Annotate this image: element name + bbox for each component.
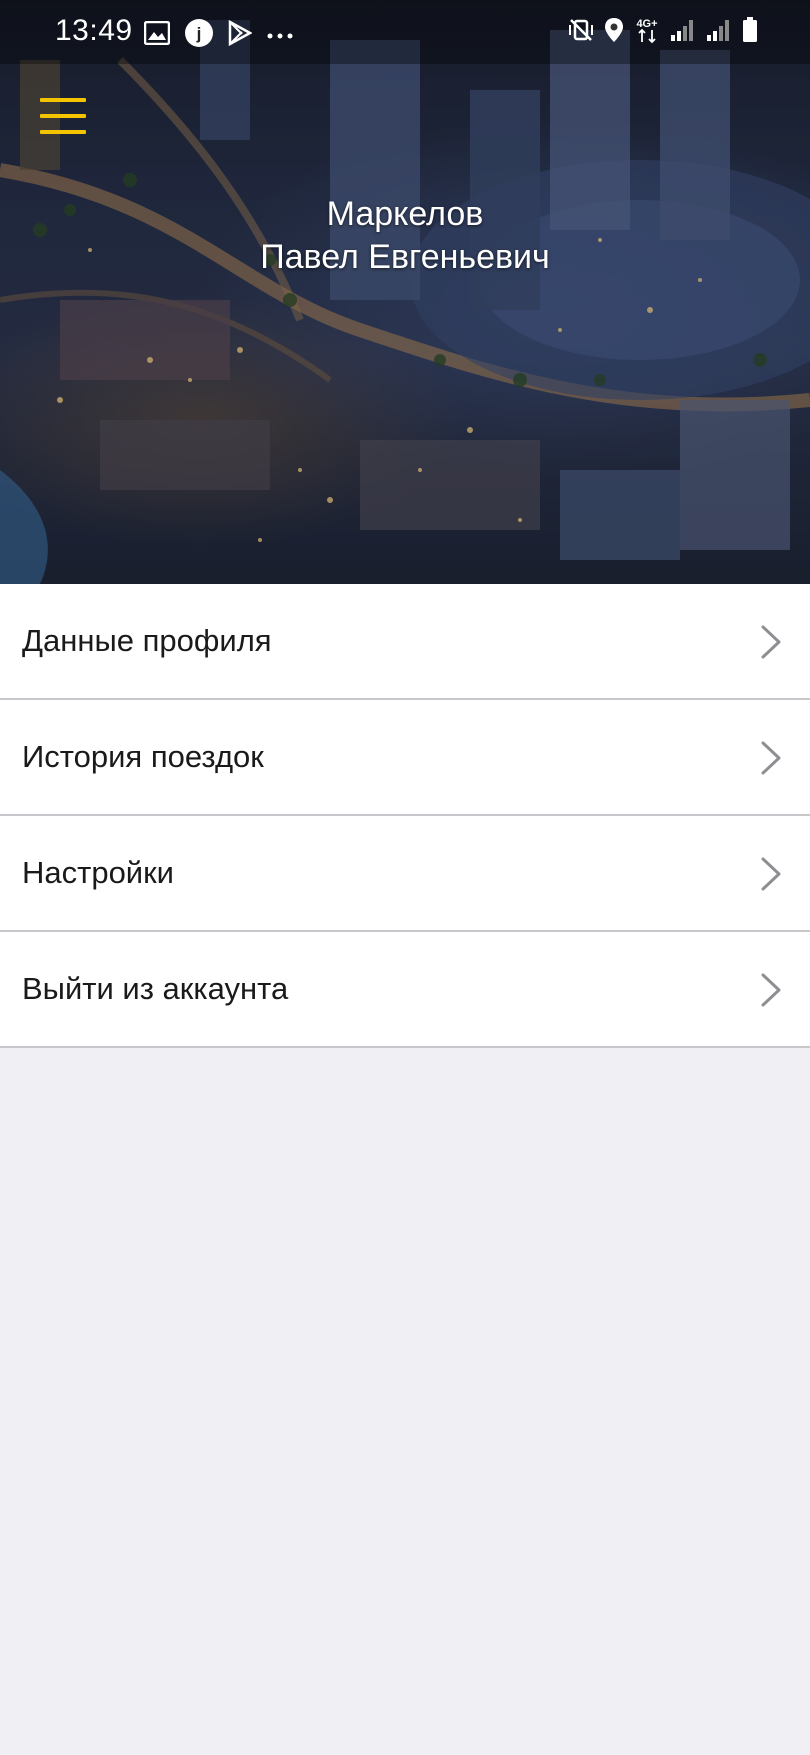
menu-item-label: Выйти из аккаунта [22,971,289,1006]
menu-item-settings[interactable]: Настройки [0,816,810,932]
status-bar: 13:49 j 4G+ [0,0,810,64]
chevron-right-icon [761,857,781,891]
svg-text:j: j [196,24,202,43]
chevron-right-icon [761,741,781,775]
menu-item-logout[interactable]: Выйти из аккаунта [0,932,810,1048]
profile-last-name: Маркелов [326,195,484,233]
chevron-right-icon [761,625,781,659]
city-illustration [0,0,810,584]
menu-item-label: Настройки [22,855,175,890]
more-dots-icon [266,27,294,45]
signal-icon [706,17,732,48]
menu-item-profile-data[interactable]: Данные профиля [0,584,810,700]
location-icon [604,17,624,48]
signal-icon [670,17,696,48]
play-store-icon [228,19,253,51]
battery-icon [742,17,758,48]
chevron-right-icon [761,973,781,1007]
profile-first-middle-name: Павел Евгеньевич [260,238,550,276]
hamburger-menu-icon[interactable] [40,98,86,134]
menu-item-trip-history[interactable]: История поездок [0,700,810,816]
menu-bar-line [40,98,86,102]
profile-name: Маркелов Павел Евгеньевич [0,193,810,279]
status-time: 13:49 [55,14,133,47]
menu-item-label: Данные профиля [22,623,272,658]
network-label: 4G+ [636,18,657,30]
image-icon [143,20,171,50]
system-status-icons: 4G+ [568,16,758,49]
profile-menu-list: Данные профиля История поездок Настройки… [0,584,810,1048]
network-4g-icon: 4G+ [634,16,660,49]
profile-screen: 13:49 j 4G+ Маркелов Павел Евгеньевич Да… [0,0,810,1755]
app-j-icon: j [184,18,214,53]
notification-icons: j [143,18,294,53]
menu-bar-line [40,114,86,118]
menu-item-label: История поездок [22,739,264,774]
header-background-image [0,0,810,584]
menu-bar-line [40,130,86,134]
mute-vibrate-icon [568,17,594,48]
